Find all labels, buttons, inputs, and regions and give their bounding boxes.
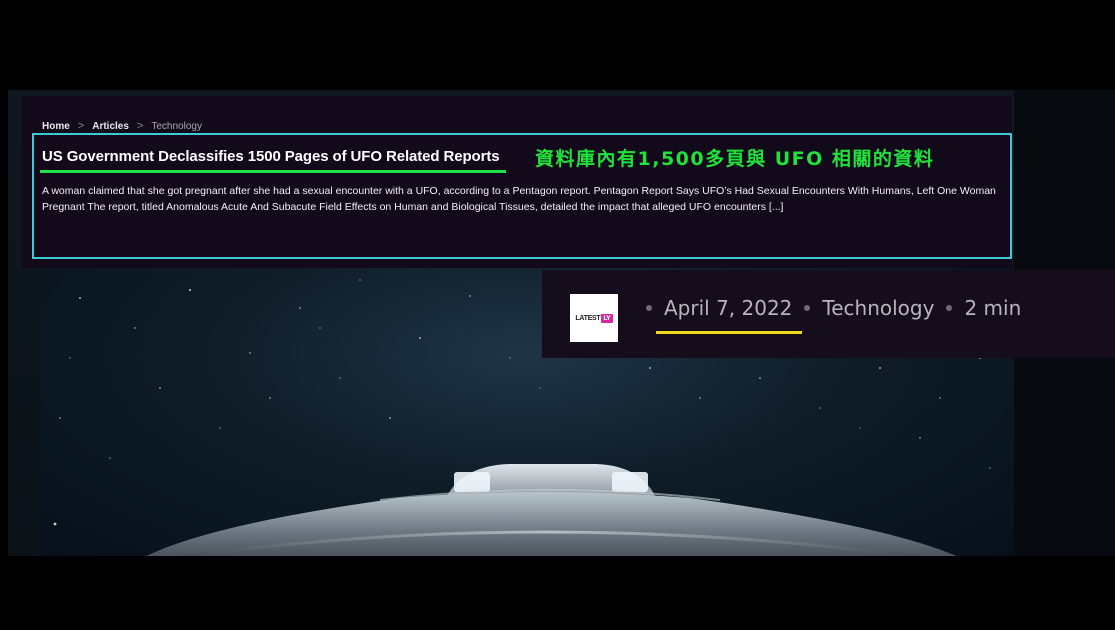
breadcrumb-articles-link[interactable]: Articles xyxy=(92,121,129,132)
article-meta-row: April 7, 2022 Technology 2 min xyxy=(634,296,1021,320)
publisher-logo[interactable]: LATEST LY xyxy=(570,294,618,342)
breadcrumb-home-link[interactable]: Home xyxy=(42,121,70,132)
meta-separator-dot xyxy=(946,305,953,311)
article-meta-callout: LATEST LY April 7, 2022 Technology 2 min xyxy=(542,270,1115,358)
meta-separator-dot xyxy=(804,305,811,311)
date-annotation-underline xyxy=(656,331,802,334)
breadcrumb-separator: > xyxy=(136,120,144,132)
article-excerpt: A woman claimed that she got pregnant af… xyxy=(42,185,996,213)
meta-separator-dot xyxy=(646,305,652,311)
publisher-logo-badge: LY xyxy=(601,313,613,323)
breadcrumb-current: Technology xyxy=(151,120,202,132)
letterbox-bottom xyxy=(0,556,1115,630)
publish-date: April 7, 2022 xyxy=(664,296,793,320)
video-frame: Home > Articles > Technology US Governme… xyxy=(0,0,1115,630)
read-time: 2 min xyxy=(964,296,1022,320)
breadcrumb-separator: > xyxy=(77,120,85,132)
title-annotation-underline xyxy=(40,170,506,173)
breadcrumb: Home > Articles > Technology xyxy=(42,120,202,132)
category-link[interactable]: Technology xyxy=(822,296,934,320)
annotation-caption-zh: 資料庫內有1,500多頁與 UFO 相關的資料 xyxy=(535,148,935,170)
letterbox-top xyxy=(0,0,1115,90)
publisher-logo-text: LATEST xyxy=(575,314,601,322)
article-title: US Government Declassifies 1500 Pages of… xyxy=(42,148,500,165)
